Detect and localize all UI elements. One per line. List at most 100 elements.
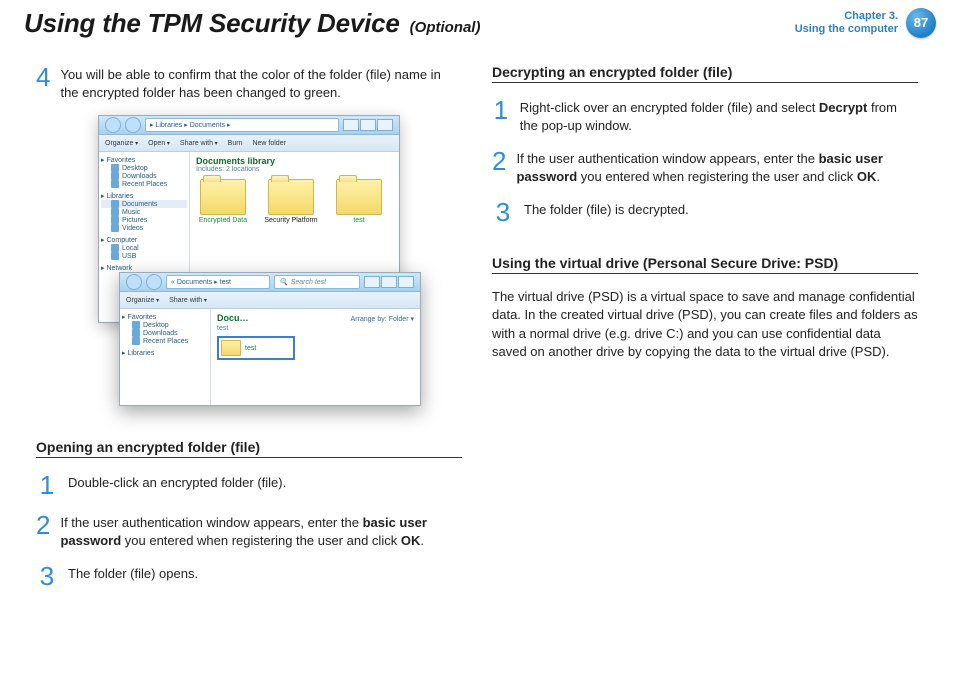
toolbar-share: Share with (169, 297, 207, 304)
step-number: 3 (36, 563, 58, 589)
opening-heading: Opening an encrypted folder (file) (36, 439, 462, 455)
nav-back-icon (105, 117, 121, 133)
side-item: Downloads (101, 172, 187, 180)
main-pane: Docu… test Arrange by: Folder ▾ (211, 309, 420, 405)
search-box: 🔍 Search test (274, 275, 360, 289)
videos-icon (111, 224, 119, 232)
side-libraries: Libraries (101, 192, 187, 200)
step-number: 1 (492, 97, 510, 134)
side-item: Desktop (101, 164, 187, 172)
page-title: Using the TPM Security Device (24, 8, 400, 39)
recent-icon (111, 180, 119, 188)
breadcrumb: « Documents ▸ test (171, 278, 231, 286)
step-number: 4 (36, 64, 50, 101)
section-label: Using the computer (795, 23, 898, 36)
side-libraries: Libraries (122, 349, 208, 357)
recent-icon (132, 337, 140, 345)
step-number: 2 (492, 148, 506, 185)
music-icon (111, 208, 119, 216)
heading-rule (492, 273, 918, 274)
decrypt-heading: Decrypting an encrypted folder (file) (492, 64, 918, 80)
search-icon: 🔍 (279, 278, 288, 286)
window-controls-icon (364, 276, 414, 288)
folder-label: test (245, 345, 256, 352)
titlebar: ▸ Libraries ▸ Documents ▸ (99, 116, 399, 135)
toolbar-newfolder: New folder (252, 140, 285, 147)
pictures-icon (111, 216, 119, 224)
header-right: Chapter 3. Using the computer 87 (795, 8, 936, 38)
side-network: Network (101, 264, 187, 272)
side-computer: Computer (101, 236, 187, 244)
search-placeholder: Search test (291, 279, 326, 286)
title-wrap: Using the TPM Security Device (Optional) (0, 0, 480, 39)
folder-item: test (332, 179, 386, 224)
page-title-optional: (Optional) (410, 19, 481, 36)
step-number: 2 (36, 512, 50, 549)
open-step-2: 2 If the user authentication window appe… (36, 512, 462, 549)
header: Using the TPM Security Device (Optional)… (0, 0, 954, 44)
window-controls-icon (343, 119, 393, 131)
side-item: Downloads (122, 329, 208, 337)
breadcrumb: ▸ Libraries ▸ Documents ▸ (150, 121, 231, 129)
nav-fwd-icon (125, 117, 141, 133)
step-text: You will be able to confirm that the col… (60, 64, 462, 101)
folder-label: Encrypted Data (196, 217, 250, 224)
step-number: 3 (492, 199, 514, 225)
desktop-icon (111, 164, 119, 172)
page: Using the TPM Security Device (Optional)… (0, 0, 954, 677)
library-title: Documents library (196, 156, 393, 166)
folder-item: Encrypted Data (196, 179, 250, 224)
side-item: Videos (101, 224, 187, 232)
address-bar: « Documents ▸ test (166, 275, 270, 289)
side-item: Documents (101, 200, 187, 208)
side-item: Desktop (122, 321, 208, 329)
explorer-window-main: ▸ Libraries ▸ Documents ▸ Organize Open … (98, 115, 400, 323)
side-item: Pictures (101, 216, 187, 224)
explorer-window-sub: « Documents ▸ test 🔍 Search test Organiz… (119, 272, 421, 406)
folder-row: Encrypted Data Security Platform test (196, 179, 393, 224)
decrypt-step-3: 3 The folder (file) is decrypted. (492, 199, 918, 225)
drive-icon (111, 244, 119, 252)
side-item: Recent Places (122, 337, 208, 345)
decrypt-step-2: 2 If the user authentication window appe… (492, 148, 918, 185)
nav-back-icon (126, 274, 142, 290)
docu-sub: test (217, 325, 228, 332)
folder-icon (221, 340, 241, 356)
toolbar: Organize Share with (120, 292, 420, 309)
desktop-icon (132, 321, 140, 329)
toolbar-burn: Burn (228, 140, 243, 147)
sidebar: Favorites Desktop Downloads Recent Place… (120, 309, 211, 405)
screenshot-wrap: ▸ Libraries ▸ Documents ▸ Organize Open … (36, 115, 462, 425)
chapter-label: Chapter 3. (795, 10, 898, 23)
step-text: If the user authentication window appear… (60, 512, 462, 549)
library-subtitle: Includes: 2 locations (196, 166, 393, 173)
folder-icon (268, 179, 314, 215)
step-text: Right-click over an encrypted folder (fi… (520, 97, 918, 134)
documents-icon (111, 200, 119, 208)
folder-label: test (332, 217, 386, 224)
usb-icon (111, 252, 119, 260)
side-item: Local (101, 244, 187, 252)
downloads-icon (111, 172, 119, 180)
psd-heading: Using the virtual drive (Personal Secure… (492, 255, 918, 271)
step-text: If the user authentication window appear… (516, 148, 918, 185)
body-columns: 4 You will be able to confirm that the c… (0, 44, 954, 603)
step-number: 1 (36, 472, 58, 498)
folder-item: Security Platform (264, 179, 318, 224)
left-column: 4 You will be able to confirm that the c… (36, 64, 462, 603)
side-item: USB (101, 252, 187, 260)
folder-icon (336, 179, 382, 215)
docu-heading: Docu… (217, 313, 249, 323)
step-text: The folder (file) opens. (68, 563, 198, 589)
toolbar: Organize Open Share with Burn New folder (99, 135, 399, 152)
psd-paragraph: The virtual drive (PSD) is a virtual spa… (492, 288, 918, 361)
open-step-3: 3 The folder (file) opens. (36, 563, 462, 589)
right-column: Decrypting an encrypted folder (file) 1 … (492, 64, 918, 603)
arrange-label: Arrange by: Folder ▾ (351, 315, 414, 323)
titlebar: « Documents ▸ test 🔍 Search test (120, 273, 420, 292)
folder-label: Security Platform (264, 217, 318, 224)
toolbar-open: Open (148, 140, 170, 147)
toolbar-organize: Organize (105, 140, 138, 147)
downloads-icon (132, 329, 140, 337)
heading-rule (492, 82, 918, 83)
